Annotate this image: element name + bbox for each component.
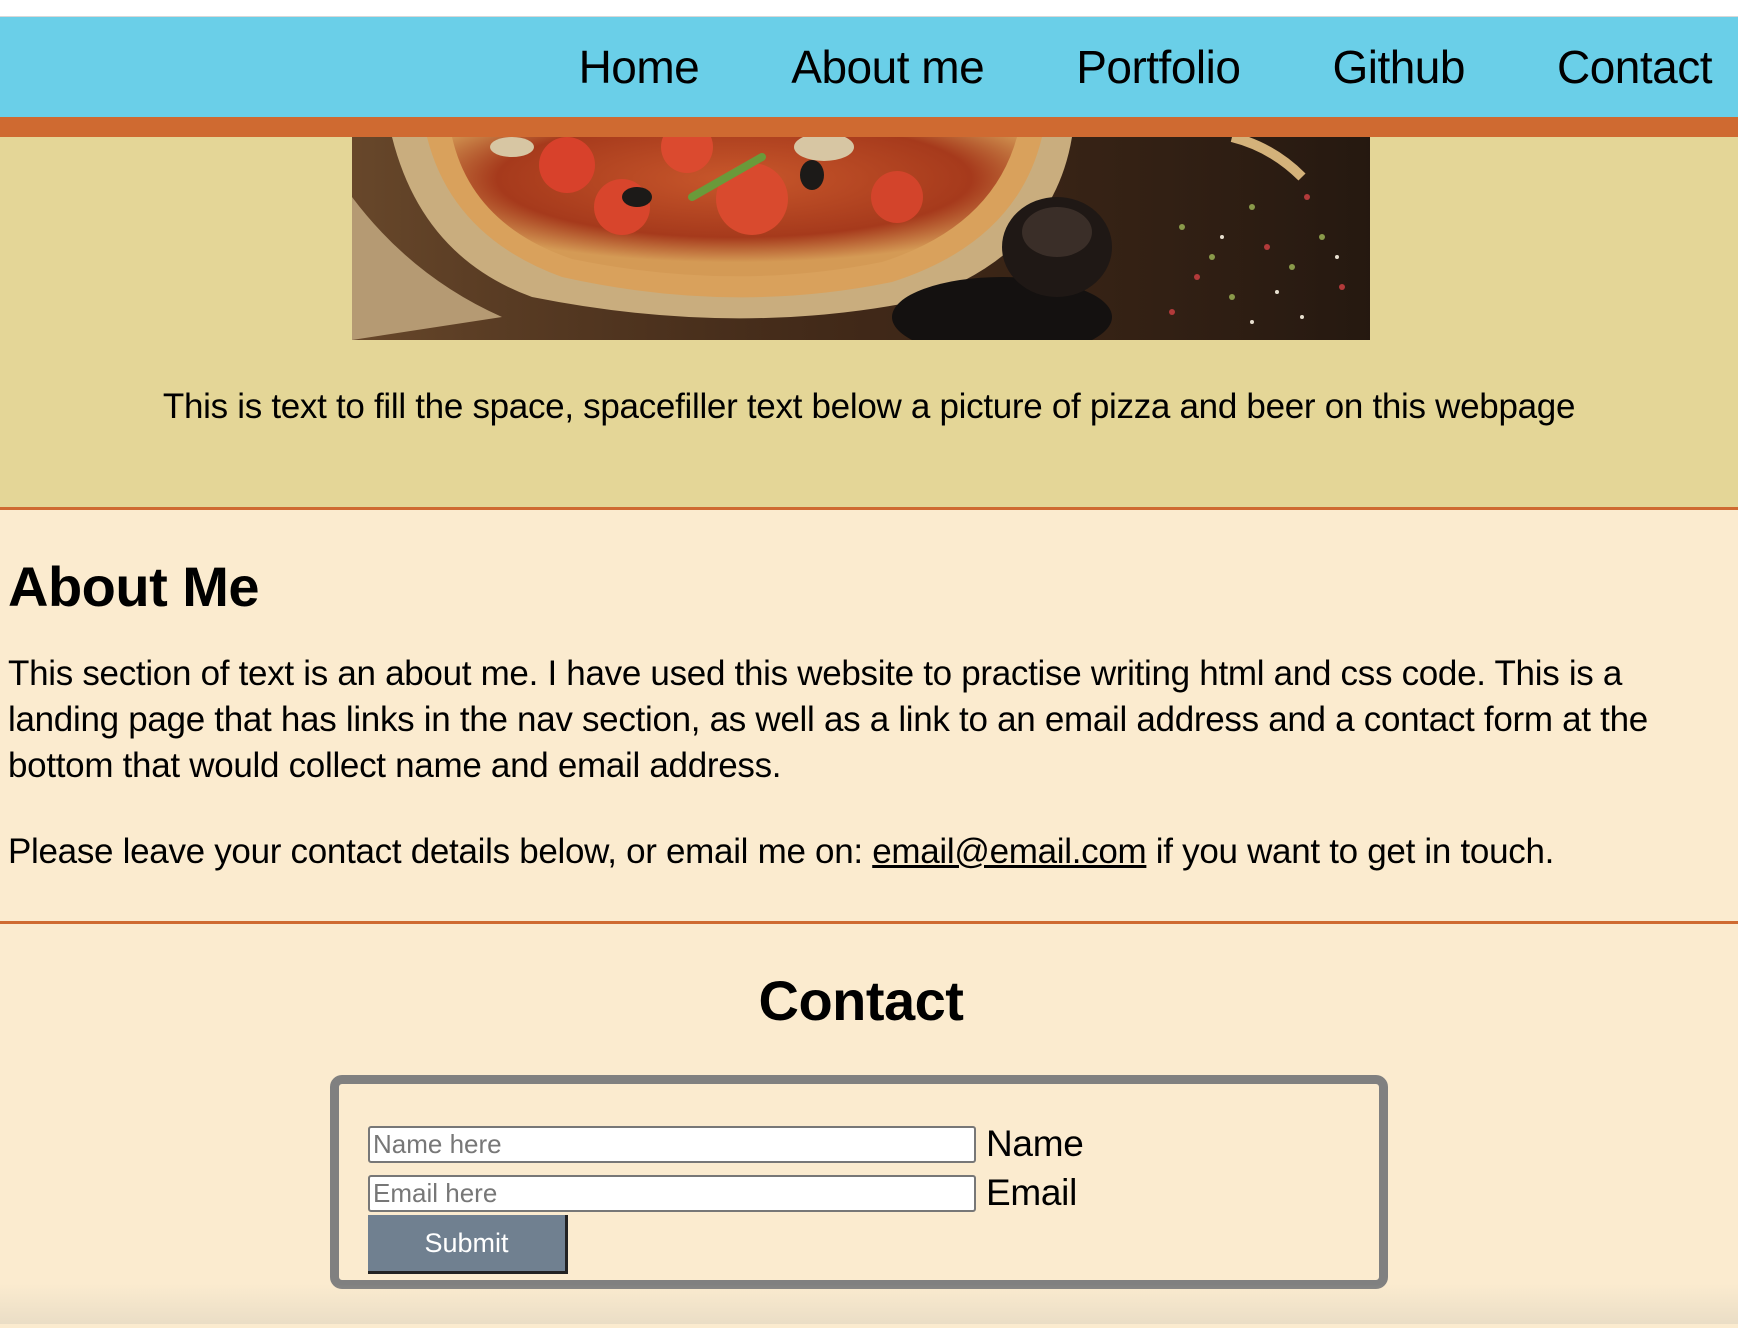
- bottom-shadow: [0, 1284, 1738, 1324]
- name-input[interactable]: [368, 1125, 976, 1163]
- email-field-row: Email: [368, 1172, 1077, 1214]
- browser-top-strip: [0, 0, 1738, 17]
- nav-link-home[interactable]: Home: [579, 40, 700, 94]
- about-paragraph: This section of text is an about me. I h…: [8, 654, 1648, 785]
- navbar: Home About me Portfolio Github Contact: [0, 17, 1738, 137]
- email-label: Email: [986, 1172, 1078, 1213]
- nav-link-about-me[interactable]: About me: [791, 40, 984, 94]
- nav-link-github[interactable]: Github: [1332, 40, 1465, 94]
- contact-title: Contact: [758, 969, 964, 1032]
- nav-link-contact[interactable]: Contact: [1557, 40, 1713, 94]
- about-title: About Me: [8, 555, 260, 618]
- contact-section: Contact Name Email Submit: [0, 924, 1738, 1324]
- email-input[interactable]: [368, 1174, 976, 1212]
- contact-invite-text: Please leave your contact details below,…: [8, 832, 873, 871]
- nav-list: Home About me Portfolio Github Contact: [579, 17, 1713, 117]
- contact-form: Name Email Submit: [330, 1075, 1388, 1289]
- hero-caption: This is text to fill the space, spacefil…: [162, 387, 1576, 426]
- pizza-image: [352, 137, 1370, 340]
- name-label: Name: [986, 1123, 1084, 1164]
- about-section: About Me This section of text is an abou…: [0, 510, 1738, 924]
- name-field-row: Name: [368, 1123, 1084, 1165]
- contact-invite-paragraph: Please leave your contact details below,…: [8, 829, 1730, 875]
- contact-invite-text-end: if you want to get in touch.: [1146, 832, 1555, 871]
- email-link[interactable]: email@email.com: [872, 832, 1146, 871]
- submit-button[interactable]: Submit: [368, 1215, 568, 1274]
- hero-section: This is text to fill the space, spacefil…: [0, 137, 1738, 510]
- nav-link-portfolio[interactable]: Portfolio: [1076, 40, 1241, 94]
